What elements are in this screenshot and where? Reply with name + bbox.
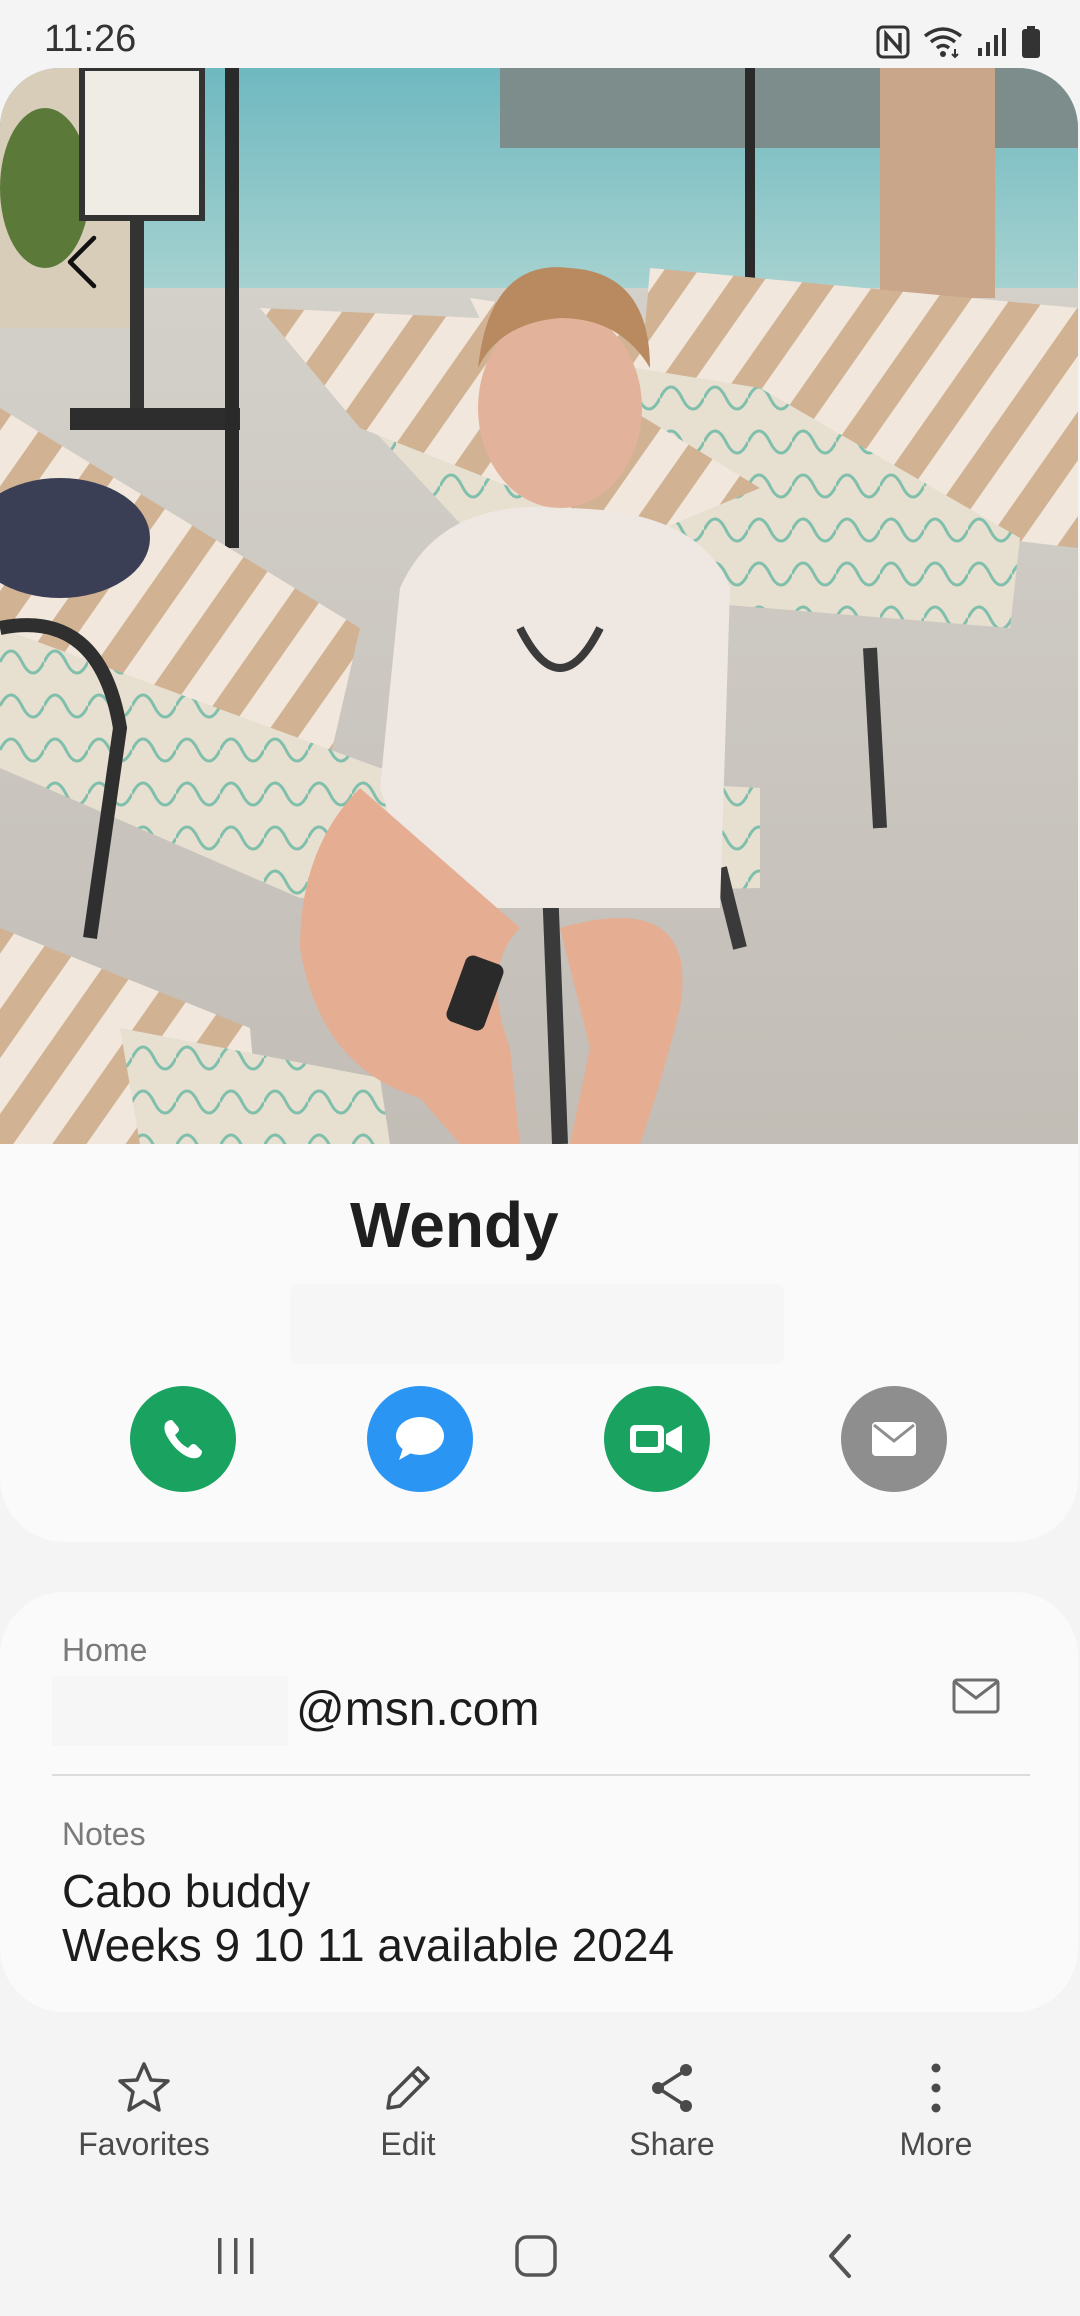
share-icon xyxy=(652,2064,692,2112)
contact-header-card: Wendy xyxy=(0,1144,1078,1542)
notes-line: Cabo buddy xyxy=(62,1865,311,1917)
status-icons xyxy=(876,24,1042,60)
divider xyxy=(52,1774,1030,1776)
share-label: Share xyxy=(629,2126,715,2162)
redacted-subtitle xyxy=(290,1284,784,1364)
email-value[interactable]: @msn.com xyxy=(296,1682,539,1737)
favorites-button[interactable]: Favorites xyxy=(44,2060,244,2180)
home-button[interactable] xyxy=(496,2226,576,2286)
bottom-action-bar: Favorites Edit Share More xyxy=(0,2040,1080,2180)
notes-label: Notes xyxy=(62,1816,146,1852)
nav-back-button[interactable] xyxy=(800,2226,880,2286)
recent-apps-button[interactable] xyxy=(196,2226,276,2286)
notes-line: Weeks 9 10 11 available 2024 xyxy=(62,1919,675,1971)
edit-button[interactable]: Edit xyxy=(308,2060,508,2180)
favorites-label: Favorites xyxy=(78,2126,210,2162)
navigation-bar xyxy=(0,2200,1080,2316)
video-camera-icon xyxy=(630,1425,682,1453)
back-icon xyxy=(829,2234,851,2278)
envelope-icon xyxy=(872,1422,916,1456)
contact-details-card: Home @msn.com Notes Cabo buddy Weeks 9 1… xyxy=(0,1592,1078,2012)
pencil-icon xyxy=(386,2066,430,2110)
email-label: Home xyxy=(62,1632,148,1668)
contact-details-screen: 11:26 Wendy Home @msn.com Notes Cabo bud… xyxy=(0,0,1080,2316)
message-button[interactable] xyxy=(367,1386,473,1492)
share-button[interactable]: Share xyxy=(572,2060,772,2180)
video-call-button[interactable] xyxy=(604,1386,710,1492)
contact-photo[interactable] xyxy=(0,68,1078,1144)
nfc-icon xyxy=(876,25,910,59)
contact-name: Wendy xyxy=(350,1189,559,1261)
star-icon xyxy=(118,2062,170,2112)
battery-icon xyxy=(1020,25,1042,59)
more-button[interactable]: More xyxy=(836,2060,1036,2180)
email-button[interactable] xyxy=(841,1386,947,1492)
home-icon xyxy=(515,2235,557,2277)
signal-icon xyxy=(976,26,1008,58)
chat-bubble-icon xyxy=(396,1417,444,1460)
redacted-email-user xyxy=(52,1676,288,1746)
status-time: 11:26 xyxy=(44,18,137,60)
wifi-icon xyxy=(922,25,964,59)
back-button[interactable] xyxy=(52,228,112,296)
chevron-left-icon xyxy=(67,235,97,289)
envelope-outline-icon xyxy=(952,1678,1000,1714)
edit-label: Edit xyxy=(380,2126,436,2162)
quick-actions xyxy=(0,1386,1078,1494)
more-vertical-icon xyxy=(931,2063,941,2113)
send-email-button[interactable] xyxy=(946,1666,1006,1726)
recent-apps-icon xyxy=(218,2238,254,2274)
more-label: More xyxy=(899,2126,973,2162)
call-button[interactable] xyxy=(130,1386,236,1492)
status-bar: 11:26 xyxy=(0,0,1080,68)
phone-icon xyxy=(164,1420,202,1459)
